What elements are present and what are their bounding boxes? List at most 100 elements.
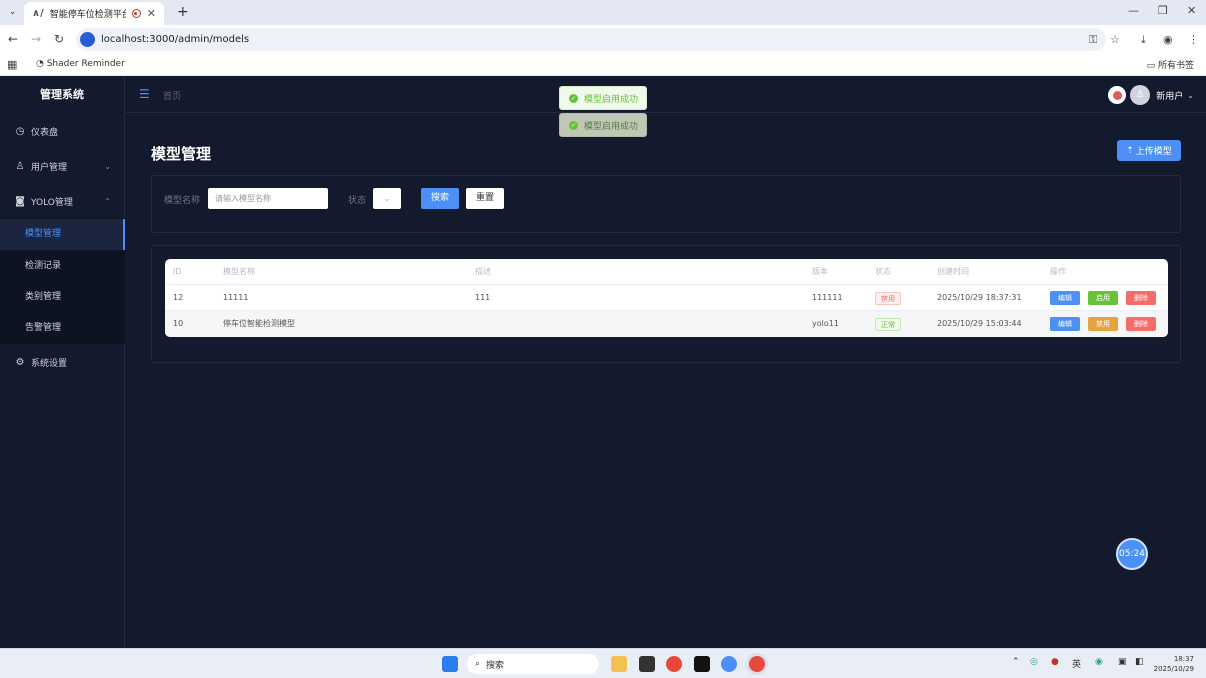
- more-menu-icon[interactable]: ⋮: [1188, 33, 1199, 46]
- download-icon[interactable]: ⤓: [1141, 33, 1146, 47]
- apps-grid-icon[interactable]: ▦: [7, 58, 17, 71]
- cell-name: 11111: [223, 293, 249, 302]
- sidebar-item-alerts[interactable]: 告警管理: [0, 313, 125, 344]
- chevron-down-icon: ⌄: [383, 194, 391, 203]
- success-toast: ✓ 模型启用成功: [559, 86, 647, 110]
- notification-avatar[interactable]: [1108, 86, 1127, 104]
- col-actions: 操作: [1050, 267, 1066, 276]
- browser-tab-strip: ⌄ ∧∕ 智能停车位检测平台 ✕ + — ❐ ✕: [0, 0, 1206, 25]
- check-circle-icon: ✓: [569, 120, 578, 130]
- security-icon[interactable]: ●: [1051, 657, 1059, 667]
- yolo-submenu: 模型管理 检测记录 类别管理 告警管理: [0, 218, 125, 344]
- close-tab-icon[interactable]: ✕: [147, 7, 156, 20]
- new-tab-button[interactable]: +: [177, 4, 189, 20]
- sidebar-item-dashboard[interactable]: ◷ 仪表盘: [0, 114, 125, 148]
- delete-button[interactable]: 删除: [1126, 317, 1156, 331]
- breadcrumb[interactable]: 首页: [163, 89, 181, 102]
- forward-icon[interactable]: →: [31, 32, 41, 46]
- all-bookmarks[interactable]: ▭ 所有书签: [1147, 58, 1194, 71]
- url-input[interactable]: localhost:3000/admin/models: [76, 28, 1106, 51]
- recording-icon: [131, 9, 141, 18]
- network-app-icon[interactable]: ◎: [1030, 657, 1038, 667]
- cell-desc: 111: [475, 293, 491, 302]
- model-name-input[interactable]: 请输入模型名称: [208, 188, 328, 209]
- success-toast: ✓ 模型启用成功: [559, 113, 647, 137]
- sync-icon[interactable]: ◉: [1095, 657, 1103, 667]
- page-title: 模型管理: [151, 145, 212, 163]
- upload-model-button[interactable]: ⇡ 上传模型: [1117, 140, 1181, 161]
- user-name: 新用户: [1156, 91, 1184, 102]
- brand-title: 管理系统: [40, 88, 84, 101]
- col-version: 版本: [812, 267, 828, 276]
- cell-created: 2025/10/29 15:03:44: [937, 319, 1022, 328]
- search-form: 模型名称 请输入模型名称 状态 ⌄ 搜索 重置: [151, 175, 1181, 233]
- sidebar-item-yolo[interactable]: ◙ YOLO管理 ⌃: [0, 184, 125, 218]
- taskbar-search[interactable]: ⌕ 搜索: [467, 654, 599, 674]
- battery-icon[interactable]: ◧: [1135, 657, 1144, 667]
- reset-button[interactable]: 重置: [466, 188, 504, 209]
- sidebar-item-models[interactable]: 模型管理: [0, 219, 125, 250]
- check-circle-icon: ✓: [569, 93, 578, 103]
- close-window-icon[interactable]: ✕: [1187, 4, 1196, 17]
- col-name: 模型名称: [223, 267, 255, 276]
- status-badge: 正常: [875, 318, 901, 331]
- maximize-icon[interactable]: ❐: [1158, 4, 1168, 17]
- cell-id: 12: [173, 293, 184, 302]
- delete-button[interactable]: 删除: [1126, 291, 1156, 305]
- sidebar: 管理系统 ◷ 仪表盘 ♙ 用户管理 ⌄ ◙ YOLO管理 ⌃ 模型管理 检测记录…: [0, 76, 125, 648]
- search-button[interactable]: 搜索: [421, 188, 459, 209]
- site-info-icon[interactable]: [80, 32, 95, 47]
- browser-tab[interactable]: ∧∕ 智能停车位检测平台 ✕: [24, 2, 164, 25]
- status-badge: 禁用: [875, 292, 901, 305]
- top-header: ☰ 首页 ♙ 新用户 ⌄: [126, 76, 1206, 113]
- file-explorer-icon[interactable]: [611, 656, 627, 672]
- table-header: ID 模型名称 描述 版本 状态 创建时间 操作: [165, 259, 1168, 285]
- windows-start-icon[interactable]: [442, 656, 458, 672]
- cell-id: 10: [173, 319, 184, 328]
- dashboard-icon: ◷: [15, 125, 25, 137]
- key-icon[interactable]: ⚿: [1089, 33, 1097, 47]
- sidebar-item-settings[interactable]: ⚙ 系统设置: [0, 345, 125, 379]
- model-name-label: 模型名称: [164, 196, 201, 206]
- disable-button[interactable]: 禁用: [1088, 317, 1118, 331]
- reload-icon[interactable]: ↻: [54, 32, 64, 46]
- chrome-active-icon[interactable]: [749, 656, 765, 672]
- user-menu[interactable]: ♙ 新用户 ⌄: [1108, 85, 1194, 105]
- bookmark-star-icon[interactable]: ☆: [1110, 33, 1120, 46]
- back-icon[interactable]: ←: [8, 32, 18, 46]
- enable-button[interactable]: 启用: [1088, 291, 1118, 305]
- wifi-volume-icon[interactable]: ▣: [1118, 657, 1127, 667]
- bookmarks-bar: ▦ ◔ Shader Reminder ▭ 所有书签: [0, 54, 1206, 76]
- models-table-card: ID 模型名称 描述 版本 状态 创建时间 操作 12 11111 111 11…: [151, 245, 1181, 363]
- tray-expand-icon[interactable]: ⌃: [1012, 657, 1020, 667]
- clock-time: 18:37: [1173, 655, 1194, 663]
- upload-icon: ⇡: [1126, 145, 1134, 156]
- status-select[interactable]: ⌄: [373, 188, 401, 209]
- floating-timer-button[interactable]: 05:24: [1116, 538, 1148, 570]
- system-clock[interactable]: 18:37 2025/10/29: [1154, 654, 1194, 674]
- bookmark-item[interactable]: ◔ Shader Reminder: [36, 59, 125, 69]
- search-icon: ⌕: [475, 659, 481, 669]
- cell-version: 111111: [812, 293, 843, 302]
- menu-toggle-icon[interactable]: ☰: [139, 87, 150, 101]
- sidebar-item-users[interactable]: ♙ 用户管理 ⌄: [0, 149, 125, 183]
- clock-date: 2025/10/29: [1153, 665, 1194, 673]
- chevron-up-icon: ⌃: [104, 196, 111, 206]
- ime-indicator[interactable]: 英: [1072, 657, 1081, 670]
- edit-button[interactable]: 编辑: [1050, 317, 1080, 331]
- profile-icon[interactable]: ◉: [1163, 33, 1173, 46]
- app-icon[interactable]: [694, 656, 710, 672]
- chat-icon[interactable]: [721, 656, 737, 672]
- edit-button[interactable]: 编辑: [1050, 291, 1080, 305]
- avatar[interactable]: ♙: [1130, 85, 1151, 105]
- terminal-icon[interactable]: [639, 656, 655, 672]
- camera-icon: ◙: [15, 195, 25, 207]
- minimize-icon[interactable]: —: [1128, 4, 1139, 17]
- col-desc: 描述: [475, 267, 491, 276]
- cell-name: 停车位智能检测模型: [223, 319, 295, 328]
- sidebar-item-categories[interactable]: 类别管理: [0, 282, 125, 313]
- sidebar-item-detections[interactable]: 检测记录: [0, 251, 125, 282]
- chrome-icon[interactable]: [666, 656, 682, 672]
- address-bar-row: ← → ↻ localhost:3000/admin/models ⚿ ☆ ⤓ …: [0, 25, 1206, 54]
- tab-search-icon[interactable]: ⌄: [6, 6, 19, 19]
